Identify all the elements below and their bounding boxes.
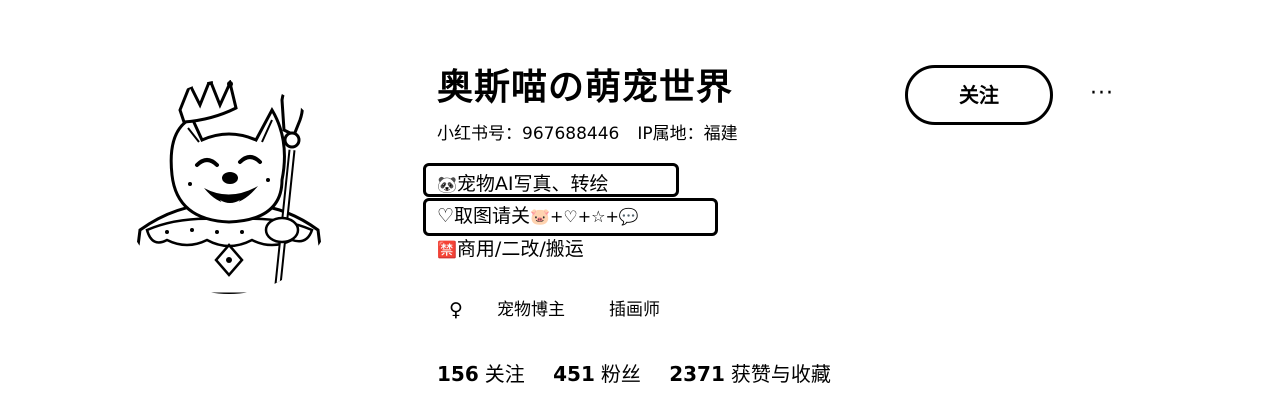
profile-name: 奥斯喵の萌宠世界 bbox=[437, 67, 734, 108]
profile-page: 奥斯喵の萌宠世界 小红书号：967688446 IP属地：福建 关注 ··· 🐼宠… bbox=[0, 0, 1280, 417]
prohibited-icon: 🈲 bbox=[437, 240, 457, 259]
stat-following-label: 关注 bbox=[484, 362, 525, 386]
dog-king-illustration bbox=[122, 80, 336, 294]
profile-stats: 156 关注 451 粉丝 2371 获赞与收藏 bbox=[437, 360, 853, 388]
profile-meta: 小红书号：967688446 IP属地：福建 bbox=[437, 122, 738, 146]
ip-value: 福建 bbox=[703, 124, 738, 144]
ip-label: IP属地： bbox=[637, 124, 704, 144]
tag-pet-blogger[interactable]: 宠物博主 bbox=[497, 296, 565, 324]
avatar[interactable] bbox=[122, 80, 336, 294]
bio-line-2: ♡取图请关🐷+♡+☆+💬 bbox=[437, 202, 639, 231]
tag-illustrator[interactable]: 插画师 bbox=[609, 296, 660, 324]
bio-line-2-emoji-suffix: 🐷+♡+☆+💬 bbox=[530, 207, 639, 226]
more-options-icon[interactable]: ··· bbox=[1082, 76, 1122, 112]
bio-line-1-text: 宠物AI写真、转绘 bbox=[456, 173, 609, 195]
stat-likes-count: 2371 bbox=[669, 362, 725, 386]
panda-icon: 🐼 bbox=[437, 175, 457, 194]
stat-followers-count: 451 bbox=[553, 362, 595, 386]
female-icon: ♀ bbox=[449, 299, 463, 321]
stat-likes-label: 获赞与收藏 bbox=[730, 362, 831, 386]
heart-icon: ♡ bbox=[437, 205, 455, 227]
stat-followers[interactable]: 451 粉丝 bbox=[553, 360, 641, 388]
bio-line-2-text: 取图请关 bbox=[454, 205, 531, 227]
stat-likes[interactable]: 2371 获赞与收藏 bbox=[669, 360, 831, 388]
bio-line-1: 🐼宠物AI写真、转绘 bbox=[437, 170, 609, 199]
id-label: 小红书号： bbox=[437, 124, 522, 144]
follow-button[interactable]: 关注 bbox=[905, 65, 1053, 125]
bio-line-3: 🈲商用/二改/搬运 bbox=[437, 235, 584, 264]
stat-following[interactable]: 156 关注 bbox=[437, 360, 525, 388]
bio-line-3-text: 商用/二改/搬运 bbox=[456, 238, 584, 260]
stat-followers-label: 粉丝 bbox=[600, 362, 641, 386]
stat-following-count: 156 bbox=[437, 362, 479, 386]
id-value: 967688446 bbox=[522, 124, 620, 144]
